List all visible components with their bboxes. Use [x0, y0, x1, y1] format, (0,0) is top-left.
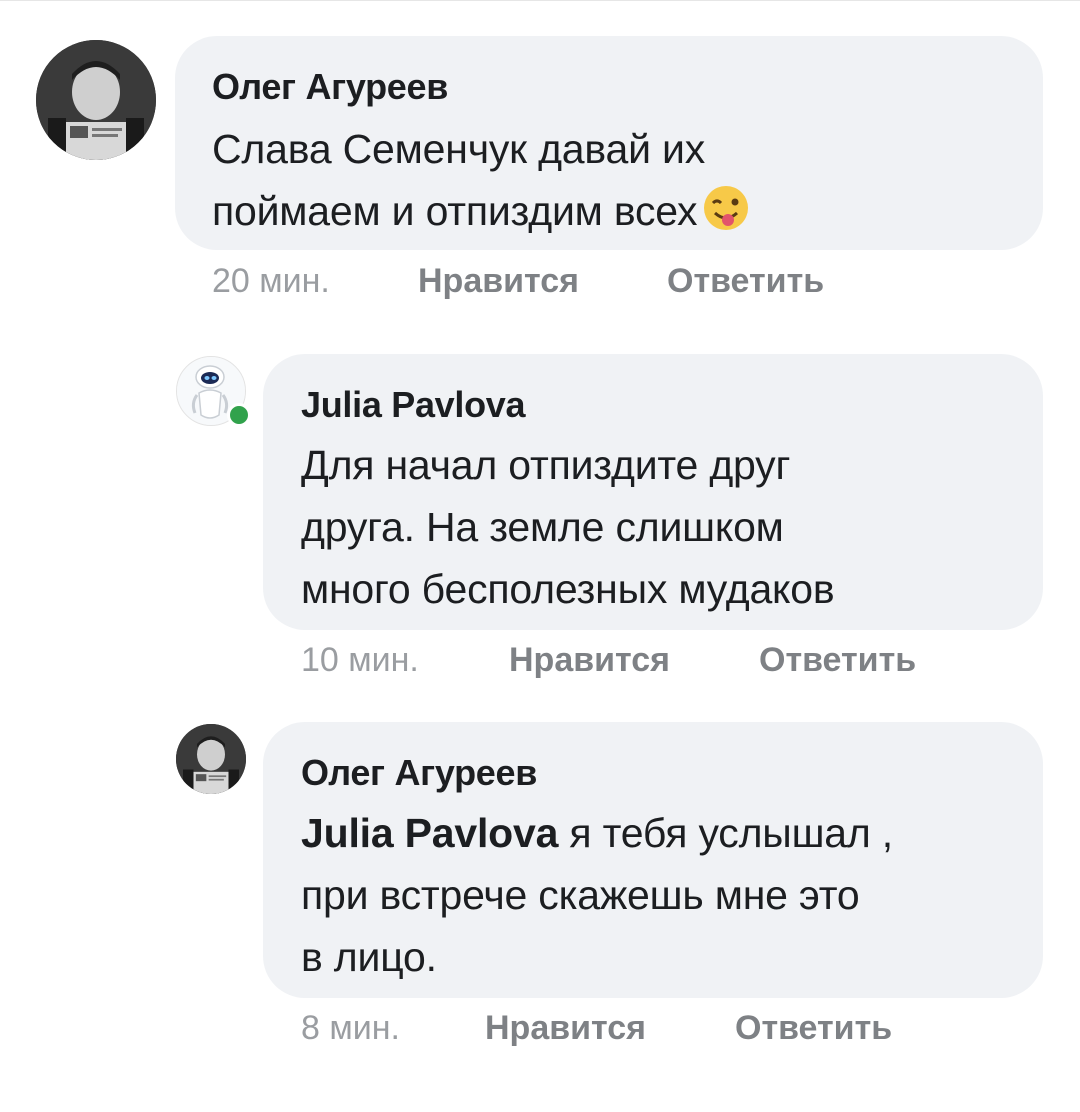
comment-author[interactable]: Олег Агуреев [212, 66, 448, 108]
comment-time[interactable]: 8 мин. [301, 1009, 400, 1048]
comment-bubble: Julia Pavlova Для начал отпиздите друг д… [263, 354, 1043, 630]
mention-link[interactable]: Julia Pavlova [301, 810, 558, 856]
comment-actions: 10 мин. Нравится Ответить [0, 641, 1080, 685]
comment-line: Слава Семенчук давай их [212, 126, 706, 172]
comment-text: Для начал отпиздите друг друга. На земле… [301, 434, 835, 620]
reply-button[interactable]: Ответить [735, 1009, 892, 1048]
avatar-photo [36, 40, 156, 160]
avatar-photo [176, 724, 246, 794]
comment-line: друга. На земле слишком [301, 504, 784, 550]
winking-face-with-tongue-icon [704, 186, 749, 230]
comment-bubble: Олег Агуреев Слава Семенчук давай их пой… [175, 36, 1043, 250]
comment-author[interactable]: Julia Pavlova [301, 384, 526, 426]
comment-author[interactable]: Олег Агуреев [301, 752, 537, 794]
comment-line: много бесполезных мудаков [301, 566, 835, 612]
comment-actions: 20 мин. Нравится Ответить [0, 262, 1080, 306]
avatar[interactable] [176, 724, 246, 794]
reply-button[interactable]: Ответить [759, 641, 916, 680]
comment-line: при встрече скажешь мне это [301, 872, 860, 918]
comment-line: поймаем и отпиздим всех [212, 180, 751, 242]
avatar[interactable] [36, 40, 156, 160]
online-status-indicator [227, 403, 251, 427]
comment-line: Julia Pavlova я тебя услышал , [301, 810, 893, 856]
comment-time[interactable]: 20 мин. [212, 262, 330, 301]
comment-text: Слава Семенчук давай их поймаем и отпизд… [212, 118, 751, 242]
like-button[interactable]: Нравится [418, 262, 579, 301]
comment-time[interactable]: 10 мин. [301, 641, 419, 680]
reply-button[interactable]: Ответить [667, 262, 824, 301]
like-button[interactable]: Нравится [509, 641, 670, 680]
like-button[interactable]: Нравится [485, 1009, 646, 1048]
top-divider [0, 0, 1080, 5]
comment-line: в лицо. [301, 934, 437, 980]
comment-line: Для начал отпиздите друг [301, 442, 791, 488]
comment-text: Julia Pavlova я тебя услышал , при встре… [301, 802, 893, 988]
comment-actions: 8 мин. Нравится Ответить [0, 1009, 1080, 1053]
comment-bubble: Олег Агуреев Julia Pavlova я тебя услыша… [263, 722, 1043, 998]
